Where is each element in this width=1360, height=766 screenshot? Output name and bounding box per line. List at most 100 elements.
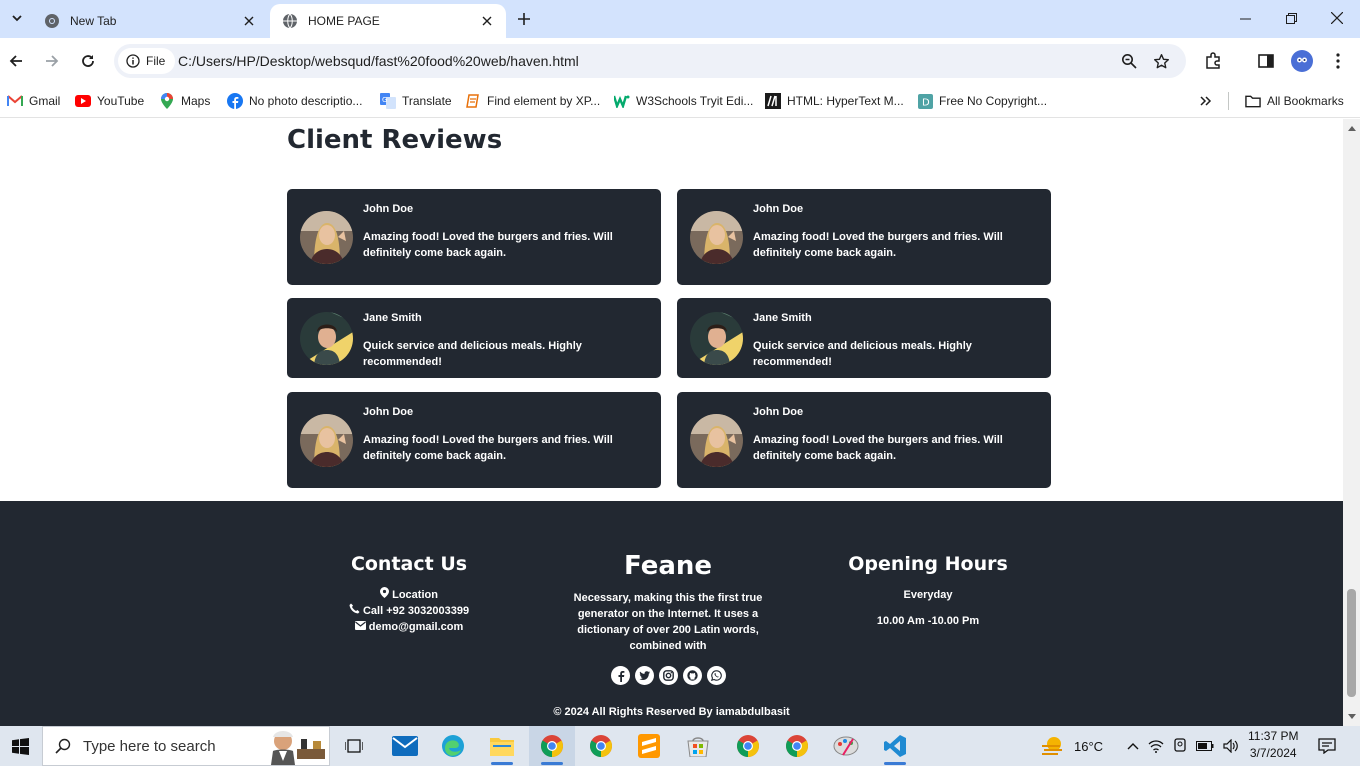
minimize-icon bbox=[1239, 18, 1251, 19]
hours-days: Everyday bbox=[903, 589, 953, 601]
volume-icon[interactable] bbox=[1223, 739, 1239, 753]
contact-location[interactable]: Location bbox=[309, 587, 509, 603]
bookmark-label: Translate bbox=[402, 94, 452, 108]
arrow-right-icon bbox=[46, 55, 59, 67]
menu-kebab-icon[interactable] bbox=[1325, 48, 1351, 74]
chrome-app-3[interactable] bbox=[774, 726, 820, 766]
weather-widget[interactable]: 16°C bbox=[1040, 726, 1103, 766]
scrollbar-thumb[interactable] bbox=[1347, 589, 1356, 697]
forward-button[interactable] bbox=[37, 46, 67, 76]
scroll-down-arrow-icon[interactable] bbox=[1347, 712, 1356, 721]
review-card: Jane Smith Quick service and delicious me… bbox=[677, 298, 1051, 378]
email-label: demo@gmail.com bbox=[368, 621, 464, 633]
task-view-button[interactable] bbox=[331, 726, 377, 766]
review-card: John Doe Amazing food! Loved the burgers … bbox=[677, 392, 1051, 488]
restore-button[interactable] bbox=[1268, 0, 1314, 36]
back-button[interactable] bbox=[1, 46, 31, 76]
notifications-button[interactable] bbox=[1318, 726, 1336, 766]
contact-email[interactable]: demo@gmail.com bbox=[309, 619, 509, 635]
bookmark-youtube[interactable]: YouTube bbox=[75, 91, 144, 111]
bookmark-maps[interactable]: Maps bbox=[159, 91, 210, 111]
file-explorer-app[interactable] bbox=[479, 726, 525, 766]
new-tab-button[interactable] bbox=[512, 8, 536, 30]
minimize-button[interactable] bbox=[1222, 0, 1268, 36]
phone-icon bbox=[349, 603, 360, 614]
mail-app[interactable] bbox=[382, 726, 428, 766]
sublime-text-app[interactable] bbox=[626, 726, 672, 766]
start-button[interactable] bbox=[0, 726, 40, 766]
bookmark-translate[interactable]: G Translate bbox=[380, 91, 452, 111]
page-scrollbar[interactable] bbox=[1343, 119, 1360, 726]
bookmark-w3schools[interactable]: W3Schools Tryit Edi... bbox=[614, 91, 753, 111]
meet-now-icon[interactable] bbox=[1173, 738, 1187, 754]
close-icon[interactable] bbox=[478, 12, 496, 30]
wifi-icon[interactable] bbox=[1148, 739, 1164, 753]
bookmark-free-no-copyright[interactable]: D Free No Copyright... bbox=[917, 91, 1047, 111]
taskbar-search[interactable]: Type here to search bbox=[42, 726, 330, 766]
d-icon: D bbox=[917, 93, 933, 109]
instagram-icon[interactable] bbox=[658, 666, 678, 685]
extensions-icon[interactable] bbox=[1200, 48, 1226, 74]
mdn-icon bbox=[765, 93, 781, 109]
all-bookmarks-button[interactable]: All Bookmarks bbox=[1245, 91, 1344, 111]
reviewer-name: Jane Smith bbox=[363, 312, 422, 324]
store-app[interactable] bbox=[675, 726, 721, 766]
paint-app[interactable] bbox=[823, 726, 869, 766]
vscode-app[interactable] bbox=[872, 726, 918, 766]
review-card: John Doe Amazing food! Loved the burgers … bbox=[287, 392, 661, 488]
scroll-up-arrow-icon[interactable] bbox=[1347, 123, 1356, 132]
facebook-icon[interactable] bbox=[610, 666, 630, 685]
chrome-icon bbox=[737, 735, 759, 757]
bookmark-find-element[interactable]: Find element by XP... bbox=[465, 91, 600, 111]
store-icon bbox=[687, 737, 709, 757]
close-window-button[interactable] bbox=[1314, 0, 1360, 36]
tab-search-button[interactable] bbox=[4, 5, 30, 31]
github-icon[interactable] bbox=[682, 666, 702, 685]
bookmark-label: W3Schools Tryit Edi... bbox=[636, 94, 754, 108]
twitter-icon[interactable] bbox=[634, 666, 654, 685]
review-card: John Doe Amazing food! Loved the burgers … bbox=[677, 189, 1051, 285]
bookmark-facebook[interactable]: No photo descriptio... bbox=[227, 91, 362, 111]
zoom-icon[interactable] bbox=[1117, 49, 1141, 73]
footer-contact: Contact Us Location Call +92 3032003399 … bbox=[309, 553, 509, 635]
bookmarks-overflow-button[interactable] bbox=[1198, 91, 1214, 111]
chrome-icon bbox=[541, 735, 563, 757]
profile-avatar[interactable] bbox=[1291, 50, 1313, 72]
taskbar-clock[interactable]: 11:37 PM 3/7/2024 bbox=[1248, 728, 1298, 762]
review-text: Quick service and delicious meals. Highl… bbox=[363, 340, 582, 368]
review-text: Amazing food! Loved the burgers and frie… bbox=[753, 434, 1003, 462]
whatsapp-icon[interactable] bbox=[706, 666, 726, 685]
search-placeholder: Type here to search bbox=[83, 737, 216, 755]
map-marker-icon bbox=[380, 587, 390, 598]
chevron-up-icon[interactable] bbox=[1127, 742, 1139, 750]
chrome-icon bbox=[786, 735, 808, 757]
reload-button[interactable] bbox=[73, 46, 103, 76]
reviewer-avatar bbox=[690, 312, 743, 365]
reviewer-name: Jane Smith bbox=[753, 312, 812, 324]
close-icon bbox=[1331, 12, 1343, 24]
bookmark-label: Find element by XP... bbox=[487, 94, 601, 108]
address-bar[interactable]: File C:/Users/HP/Desktop/websqud/fast%20… bbox=[114, 44, 1186, 78]
brand-name: Feane bbox=[623, 551, 713, 581]
chrome-profile-app[interactable] bbox=[578, 726, 624, 766]
site-footer: Contact Us Location Call +92 3032003399 … bbox=[0, 501, 1343, 726]
side-panel-icon[interactable] bbox=[1253, 48, 1279, 74]
tab-new-tab[interactable]: New Tab bbox=[32, 4, 268, 38]
review-text: Quick service and delicious meals. Highl… bbox=[753, 340, 972, 368]
site-info-chip[interactable]: File bbox=[118, 48, 176, 74]
edge-app[interactable] bbox=[430, 726, 476, 766]
url-text[interactable]: C:/Users/HP/Desktop/websqud/fast%20food%… bbox=[178, 53, 579, 69]
reviewer-name: John Doe bbox=[363, 406, 414, 418]
chrome-app-2[interactable] bbox=[725, 726, 771, 766]
chrome-app-active[interactable] bbox=[529, 726, 575, 766]
contact-phone[interactable]: Call +92 3032003399 bbox=[309, 603, 509, 619]
tab-home-page[interactable]: HOME PAGE bbox=[270, 4, 506, 38]
bookmark-mdn[interactable]: HTML: HyperText M... bbox=[765, 91, 904, 111]
system-tray bbox=[1127, 726, 1239, 766]
battery-icon[interactable] bbox=[1196, 741, 1214, 751]
bookmark-star-icon[interactable] bbox=[1149, 49, 1173, 73]
bookmark-gmail[interactable]: Gmail bbox=[7, 91, 60, 111]
close-icon[interactable] bbox=[240, 12, 258, 30]
chrome-icon bbox=[44, 13, 60, 29]
social-links bbox=[548, 666, 788, 685]
